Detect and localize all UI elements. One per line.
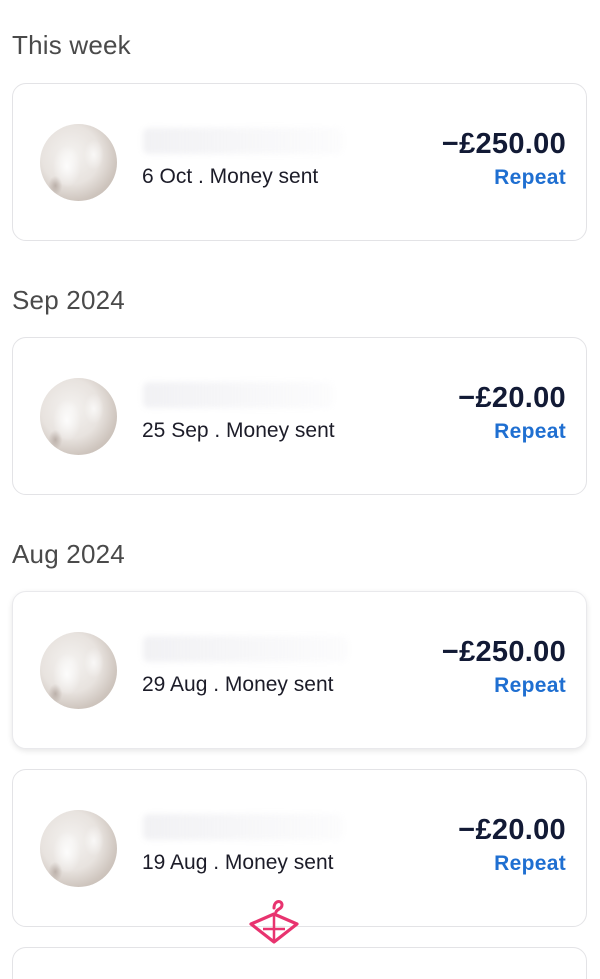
transaction-card[interactable]: 25 Sep . Money sent −£20.00 Repeat [12,337,587,495]
section-title-this-week: This week [12,30,131,60]
transaction-subtitle: 6 Oct . Money sent [142,165,319,188]
repeat-button[interactable]: Repeat [494,420,566,444]
transaction-amount: −£20.00 [458,814,566,846]
repeat-button[interactable]: Repeat [494,674,566,698]
avatar [40,378,117,455]
transaction-subtitle: 25 Sep . Money sent [142,419,335,442]
transaction-card[interactable]: 29 Aug . Money sent −£250.00 Repeat [12,591,587,749]
avatar [40,632,117,709]
transactions-page: This week 6 Oct . Money sent −£250.00 Re… [0,0,600,979]
section-title-sep-2024: Sep 2024 [12,285,125,315]
recipient-name-redacted [143,382,333,408]
repeat-button[interactable]: Repeat [494,852,566,876]
transaction-subtitle: 19 Aug . Money sent [142,851,334,874]
recipient-name-redacted [143,636,348,662]
repeat-button[interactable]: Repeat [494,166,566,190]
transaction-amount: −£250.00 [441,636,566,668]
transaction-card[interactable]: 6 Oct . Money sent −£250.00 Repeat [12,83,587,241]
avatar [40,124,117,201]
transaction-amount: −£250.00 [441,128,566,160]
transaction-amount: −£20.00 [458,382,566,414]
recipient-name-redacted [143,128,343,154]
avatar [40,810,117,887]
transaction-subtitle: 29 Aug . Money sent [142,673,334,696]
recipient-name-redacted [143,814,343,840]
section-title-aug-2024: Aug 2024 [12,539,125,569]
hanger-logo-icon [249,900,299,944]
